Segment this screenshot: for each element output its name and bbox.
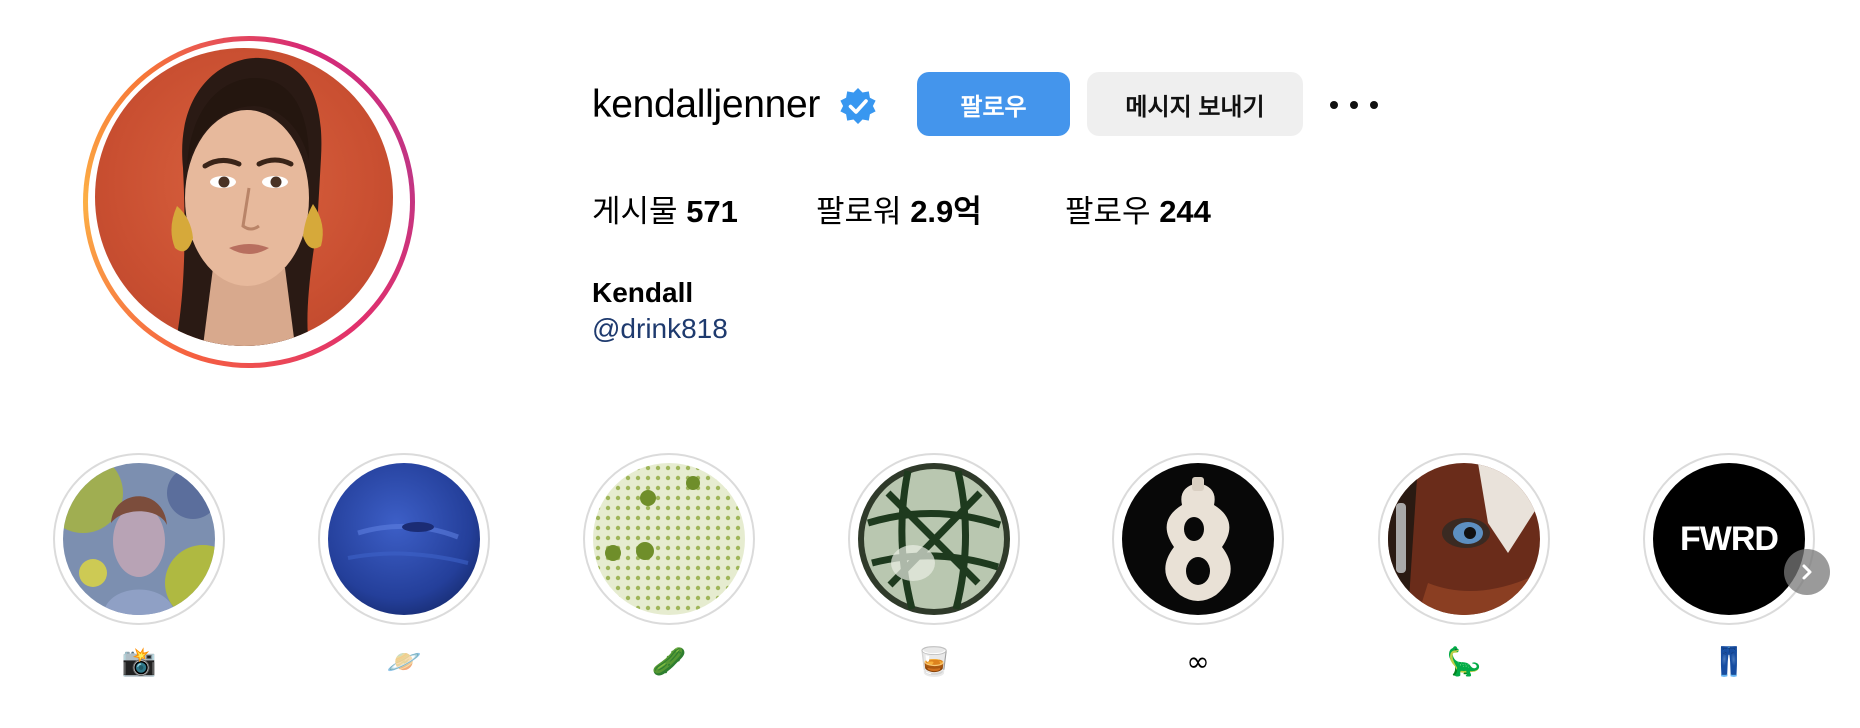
posts-label: 게시물 — [592, 194, 678, 229]
highlight-item[interactable] — [1112, 453, 1284, 625]
highlight-item[interactable] — [1378, 453, 1550, 625]
following-count[interactable]: 팔로우 244 — [1065, 190, 1211, 234]
avatar-portrait-image — [171, 57, 323, 346]
highlight-item[interactable] — [53, 453, 225, 625]
green-cells-image — [593, 463, 745, 615]
highlight-item[interactable] — [583, 453, 755, 625]
profile-avatar-story-ring[interactable] — [83, 36, 415, 368]
fwrd-logo-text: FWRD — [1680, 519, 1779, 558]
followers-count[interactable]: 팔로워 2.9억 — [816, 190, 982, 234]
dot — [1330, 101, 1338, 109]
dot — [1370, 101, 1378, 109]
following-label: 팔로우 — [1065, 194, 1151, 229]
highlight-item[interactable] — [318, 453, 490, 625]
profile-username: kendalljenner — [592, 83, 821, 126]
highlight-label: 🥒 — [651, 645, 687, 678]
followers-label: 팔로워 — [816, 194, 902, 229]
following-value: 244 — [1159, 194, 1211, 229]
highlight-label: 🥃 — [916, 645, 952, 678]
highlight-item[interactable] — [848, 453, 1020, 625]
ceramic-eight-image — [1122, 463, 1274, 615]
portrait-green-image — [63, 463, 215, 615]
highlight-label: 🪐 — [386, 645, 422, 678]
highlight-label: 📸 — [121, 645, 157, 678]
followers-value: 2.9억 — [910, 194, 982, 229]
fwrd-logo: FWRD — [1653, 463, 1805, 615]
highlight-item[interactable]: FWRD — [1643, 453, 1815, 625]
profile-avatar[interactable] — [95, 48, 393, 346]
green-sphere-image — [858, 463, 1010, 615]
posts-count: 게시물 571 — [592, 190, 738, 234]
more-options-icon[interactable] — [1330, 90, 1378, 120]
bio-mention-link[interactable]: @drink818 — [592, 310, 728, 348]
verified-badge-icon — [838, 86, 878, 126]
next-highlights-button[interactable] — [1784, 549, 1830, 595]
follow-button[interactable]: 팔로우 — [917, 72, 1070, 136]
highlight-label: 🦕 — [1446, 645, 1482, 678]
message-button[interactable]: 메시지 보내기 — [1087, 72, 1303, 136]
highlight-label: ∞ — [1186, 645, 1210, 678]
chevron-right-icon — [1802, 564, 1812, 580]
posts-value: 571 — [686, 194, 738, 229]
horse-eye-image — [1388, 463, 1540, 615]
profile-full-name: Kendall — [592, 277, 694, 308]
blue-planet-image — [328, 463, 480, 615]
highlight-label: 👖 — [1711, 645, 1747, 678]
dot — [1350, 101, 1358, 109]
